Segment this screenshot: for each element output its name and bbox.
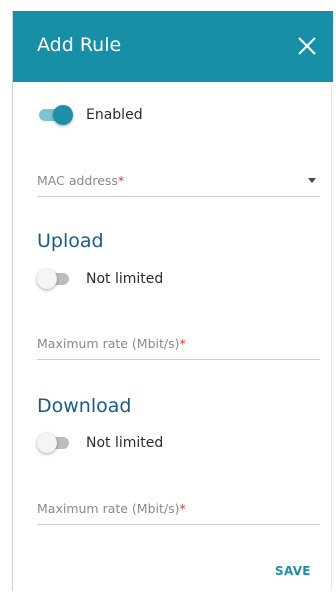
toggle-knob (37, 269, 57, 289)
mac-address-select[interactable]: MAC address* (37, 167, 320, 197)
field-underline (37, 524, 320, 525)
download-section-title: Download (37, 395, 132, 417)
field-underline (37, 359, 320, 360)
save-button[interactable]: SAVE (275, 564, 311, 578)
chevron-down-icon (308, 178, 316, 183)
upload-rate-placeholder: Maximum rate (Mbit/s)* (37, 336, 186, 351)
download-toggle-label: Not limited (86, 435, 164, 451)
enabled-toggle[interactable] (37, 105, 73, 125)
download-max-rate-input[interactable]: Maximum rate (Mbit/s)* (37, 495, 320, 525)
upload-max-rate-input[interactable]: Maximum rate (Mbit/s)* (37, 330, 320, 360)
toggle-knob (37, 433, 57, 453)
required-mark: * (179, 501, 186, 516)
download-rate-placeholder: Maximum rate (Mbit/s)* (37, 501, 186, 516)
dialog-header: Add Rule (13, 11, 333, 82)
add-rule-dialog: Add Rule Enabled MAC address* Upload Not… (12, 11, 333, 591)
enabled-label: Enabled (86, 107, 143, 123)
field-underline (37, 196, 320, 197)
close-button[interactable] (294, 33, 320, 59)
upload-section-title: Upload (37, 230, 104, 252)
close-icon (298, 37, 316, 55)
mac-address-placeholder: MAC address* (37, 173, 125, 188)
dialog-title: Add Rule (37, 34, 122, 56)
required-mark: * (179, 336, 186, 351)
upload-toggle-label: Not limited (86, 271, 164, 287)
download-limit-toggle[interactable] (37, 433, 73, 453)
toggle-knob (53, 105, 73, 125)
upload-limit-toggle[interactable] (37, 269, 73, 289)
required-mark: * (117, 173, 125, 188)
